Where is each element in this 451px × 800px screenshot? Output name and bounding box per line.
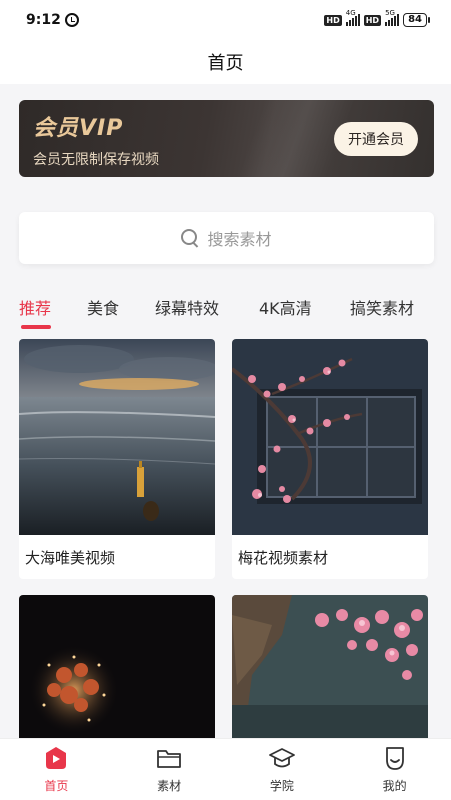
graduation-cap-icon	[268, 748, 295, 768]
tab-academy[interactable]: 学院	[226, 739, 339, 800]
signal-icon: 5G	[385, 9, 400, 26]
status-left: 9:12	[26, 12, 79, 28]
video-card[interactable]	[19, 595, 215, 755]
folder-icon	[157, 750, 182, 768]
video-title: 大海唯美视频	[25, 549, 116, 567]
status-right: HD 4G HD 5G 84	[324, 9, 430, 27]
search-icon	[181, 229, 199, 247]
network-type-label: 4G	[345, 9, 356, 17]
clock-time: 9:12	[26, 12, 61, 28]
nav-bar: 首页	[0, 40, 451, 84]
search-placeholder: 搜索素材	[207, 230, 272, 249]
video-card[interactable]	[232, 595, 428, 755]
search-input[interactable]: 搜索素材	[19, 212, 434, 264]
hd-badge: HD	[324, 14, 342, 26]
tab-home[interactable]: 首页	[0, 739, 113, 800]
tab-label: 学院	[269, 779, 294, 793]
vip-banner[interactable]: 会员VIP 会员无限制保存视频 开通会员	[19, 100, 434, 177]
page-title: 首页	[207, 53, 244, 74]
battery-icon: 84	[403, 13, 430, 27]
tab-funny[interactable]: 搞笑素材	[350, 295, 439, 331]
home-play-icon	[46, 747, 67, 769]
plum-blossom-thumbnail	[232, 339, 428, 535]
vip-subtitle: 会员无限制保存视频	[33, 152, 159, 168]
hd-badge: HD	[363, 14, 382, 26]
tab-label: 我的	[382, 779, 407, 793]
network-type-label: 5G	[385, 9, 395, 17]
tab-food[interactable]: 美食	[87, 295, 155, 331]
tab-materials[interactable]: 素材	[113, 739, 226, 800]
category-tabs: 推荐 美食 绿幕特效 4K高清 搞笑素材	[19, 295, 439, 331]
tab-profile[interactable]: 我的	[338, 739, 451, 800]
tab-green-screen[interactable]: 绿幕特效	[155, 295, 259, 331]
bouquet-thumbnail	[19, 595, 215, 755]
tab-recommend[interactable]: 推荐	[19, 295, 87, 331]
video-title: 梅花视频素材	[238, 549, 329, 567]
bottom-tab-bar: 首页 素材 学院 我的	[0, 738, 451, 800]
signal-icon: 4G	[345, 9, 360, 26]
tab-label: 首页	[44, 779, 69, 793]
video-card[interactable]: 大海唯美视频	[19, 339, 215, 579]
sea-thumbnail	[19, 339, 215, 535]
vip-title: 会员VIP	[33, 116, 124, 141]
open-membership-button[interactable]: 开通会员	[334, 122, 418, 156]
status-bar: 9:12 HD 4G HD 5G 84	[0, 0, 451, 40]
blossom-cliff-thumbnail	[232, 595, 428, 755]
video-card[interactable]: 梅花视频素材	[232, 339, 428, 579]
tab-4k[interactable]: 4K高清	[259, 295, 350, 331]
alarm-icon	[64, 13, 79, 27]
profile-icon	[385, 747, 404, 770]
tab-label: 素材	[157, 779, 182, 793]
